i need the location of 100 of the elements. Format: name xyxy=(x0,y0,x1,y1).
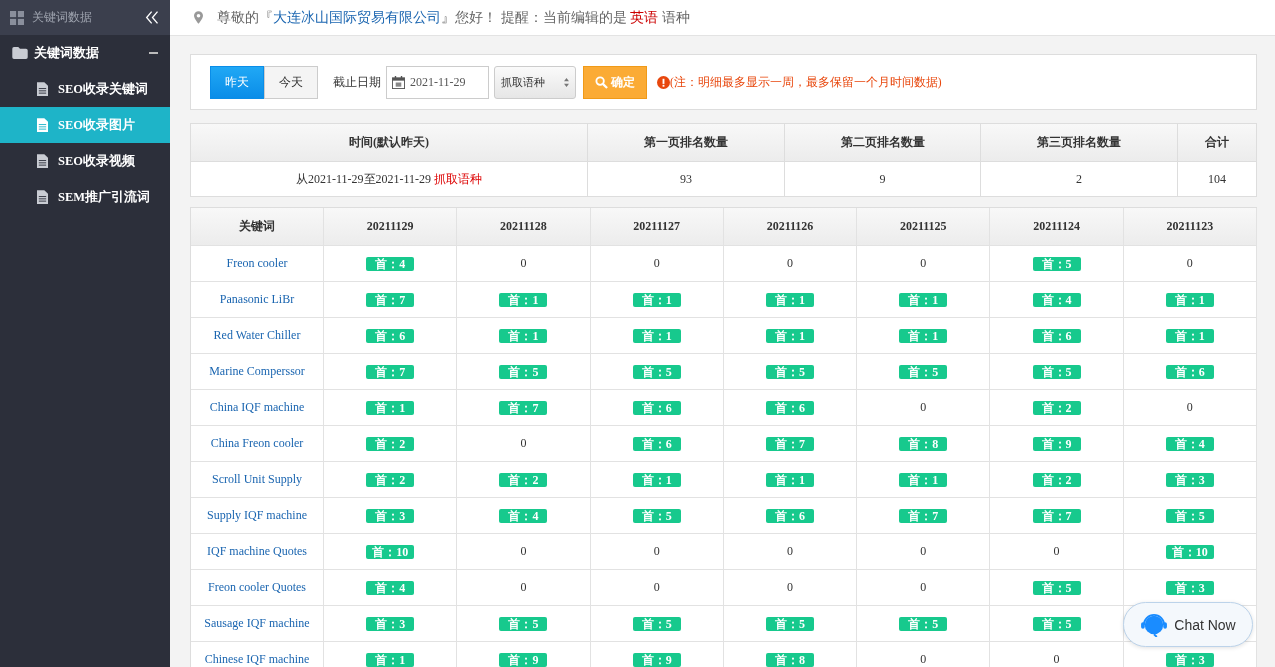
keyword-link[interactable]: Panasonic LiBr xyxy=(219,292,295,307)
sidebar-item[interactable]: SEM推广引流词 xyxy=(0,179,170,215)
rank-badge: 首：5 xyxy=(1032,580,1081,595)
sidebar-title: 关键词数据 xyxy=(32,9,93,26)
folder-icon xyxy=(12,47,28,59)
rank-badge: 首：6 xyxy=(366,328,415,343)
rank-badge: 首：4 xyxy=(366,580,415,595)
table-cell: 0 xyxy=(653,544,660,559)
rank-badge: 首：7 xyxy=(899,508,948,523)
chat-button[interactable]: Chat Now xyxy=(1123,602,1253,647)
rank-badge: 首：1 xyxy=(766,328,814,343)
note-text: (注：明细最多显示一周，最多保留一个月时间数据) xyxy=(670,74,942,90)
rank-badge: 首：3 xyxy=(366,616,415,631)
table-cell: 0 xyxy=(1053,652,1060,667)
column-header: 关键词 xyxy=(191,208,324,246)
rank-badge: 首：9 xyxy=(499,652,548,667)
table-cell: 0 xyxy=(520,580,527,595)
rank-badge: 首：1 xyxy=(899,472,948,487)
column-header: 第三页排名数量 xyxy=(981,124,1178,162)
keyword-link[interactable]: China IQF machine xyxy=(209,400,305,415)
rank-badge: 首：10 xyxy=(1165,544,1214,559)
table-cell: 从2021-11-29至2021-11-29 抓取语种 xyxy=(191,162,588,197)
keyword-link[interactable]: Chinese IQF machine xyxy=(204,652,310,667)
rank-badge: 首：4 xyxy=(1165,436,1214,451)
table-cell: 0 xyxy=(787,580,793,595)
rank-badge: 首：1 xyxy=(632,328,681,343)
rank-badge: 首：1 xyxy=(766,292,814,307)
greeting-text: 尊敬的『大连冰山国际贸易有限公司』您好！ 提醒：当前编辑的是 英语 语种 xyxy=(217,8,690,27)
rank-badge: 首：5 xyxy=(766,364,814,379)
sidebar-group[interactable]: 关键词数据 xyxy=(0,35,170,71)
rank-badge: 首：2 xyxy=(366,472,415,487)
keyword-link[interactable]: Freon cooler Quotes xyxy=(208,580,306,595)
date-label: 截止日期 xyxy=(333,73,381,91)
rank-badge: 首：7 xyxy=(366,292,415,307)
rank-badge: 首：6 xyxy=(632,400,681,415)
column-header: 20211129 xyxy=(324,208,458,246)
column-header: 20211128 xyxy=(457,208,591,246)
sidebar-item[interactable]: SEO收录视频 xyxy=(0,143,170,179)
range-tab[interactable]: 今天 xyxy=(264,65,318,99)
column-header: 20211125 xyxy=(857,208,991,246)
table-cell: 0 xyxy=(920,256,927,271)
warning-icon xyxy=(657,75,670,89)
column-header: 第二页排名数量 xyxy=(785,124,981,162)
calendar-icon xyxy=(392,75,405,89)
rank-badge: 首：4 xyxy=(1032,292,1081,307)
rank-badge: 首：2 xyxy=(1032,400,1081,415)
rank-badge: 首：3 xyxy=(1165,652,1214,667)
location-icon xyxy=(194,11,203,24)
rank-badge: 首：5 xyxy=(1032,364,1081,379)
keyword-link[interactable]: Supply IQF machine xyxy=(207,508,307,523)
table-cell: 93 xyxy=(588,162,785,197)
rank-badge: 首：5 xyxy=(1165,508,1214,523)
rank-badge: 首：5 xyxy=(899,616,948,631)
keyword-link[interactable]: China Freon cooler xyxy=(210,436,304,451)
rank-badge: 首：3 xyxy=(366,508,415,523)
rank-badge: 首：6 xyxy=(766,508,814,523)
column-header: 合计 xyxy=(1178,124,1257,162)
rank-badge: 首：7 xyxy=(1032,508,1081,523)
sort-caret-icon xyxy=(564,77,569,87)
rank-badge: 首：1 xyxy=(899,328,948,343)
column-header: 时间(默认昨天) xyxy=(191,124,588,162)
rank-badge: 首：6 xyxy=(632,436,681,451)
rank-badge: 首：9 xyxy=(1032,436,1081,451)
rank-badge: 首：6 xyxy=(1032,328,1081,343)
rank-badge: 首：5 xyxy=(632,616,681,631)
document-icon xyxy=(37,190,48,204)
table-cell: 0 xyxy=(787,544,793,559)
table-cell: 0 xyxy=(1053,544,1060,559)
keyword-link[interactable]: Red Water Chiller xyxy=(213,328,301,343)
table-cell: 0 xyxy=(920,400,927,415)
rank-badge: 首：1 xyxy=(632,292,681,307)
rank-badge: 首：5 xyxy=(632,364,681,379)
rank-badge: 首：4 xyxy=(366,256,415,271)
column-header: 20211124 xyxy=(990,208,1124,246)
sidebar-item[interactable]: SEO收录关键词 xyxy=(0,71,170,107)
keyword-link[interactable]: IQF machine Quotes xyxy=(207,544,307,559)
rank-badge: 首：5 xyxy=(1032,616,1081,631)
rank-badge: 首：3 xyxy=(1165,472,1214,487)
table-cell: 0 xyxy=(1186,256,1193,271)
collapse-icon[interactable] xyxy=(145,10,160,25)
rank-badge: 首：2 xyxy=(366,436,415,451)
table-cell: 2 xyxy=(981,162,1178,197)
keyword-link[interactable]: Freon cooler xyxy=(226,256,288,271)
keyword-link[interactable]: Sausage IQF machine xyxy=(204,616,310,631)
language-select[interactable]: 抓取语种 xyxy=(494,65,576,99)
rank-badge: 首：1 xyxy=(499,328,548,343)
search-icon xyxy=(595,75,608,89)
rank-badge: 首：1 xyxy=(632,472,681,487)
table-cell: 0 xyxy=(1186,400,1193,415)
table-cell: 0 xyxy=(520,256,527,271)
column-header: 20211123 xyxy=(1123,208,1257,246)
rank-badge: 首：3 xyxy=(1165,580,1214,595)
rank-badge: 首：7 xyxy=(766,436,814,451)
rank-badge: 首：2 xyxy=(1032,472,1081,487)
grid-icon xyxy=(10,10,24,25)
date-field[interactable]: 2021-11-29 xyxy=(386,65,489,99)
keyword-link[interactable]: Marine Comperssor xyxy=(209,364,305,379)
keyword-link[interactable]: Scroll Unit Supply xyxy=(212,472,302,487)
table-cell: 0 xyxy=(653,580,660,595)
table-cell: 9 xyxy=(785,162,981,197)
